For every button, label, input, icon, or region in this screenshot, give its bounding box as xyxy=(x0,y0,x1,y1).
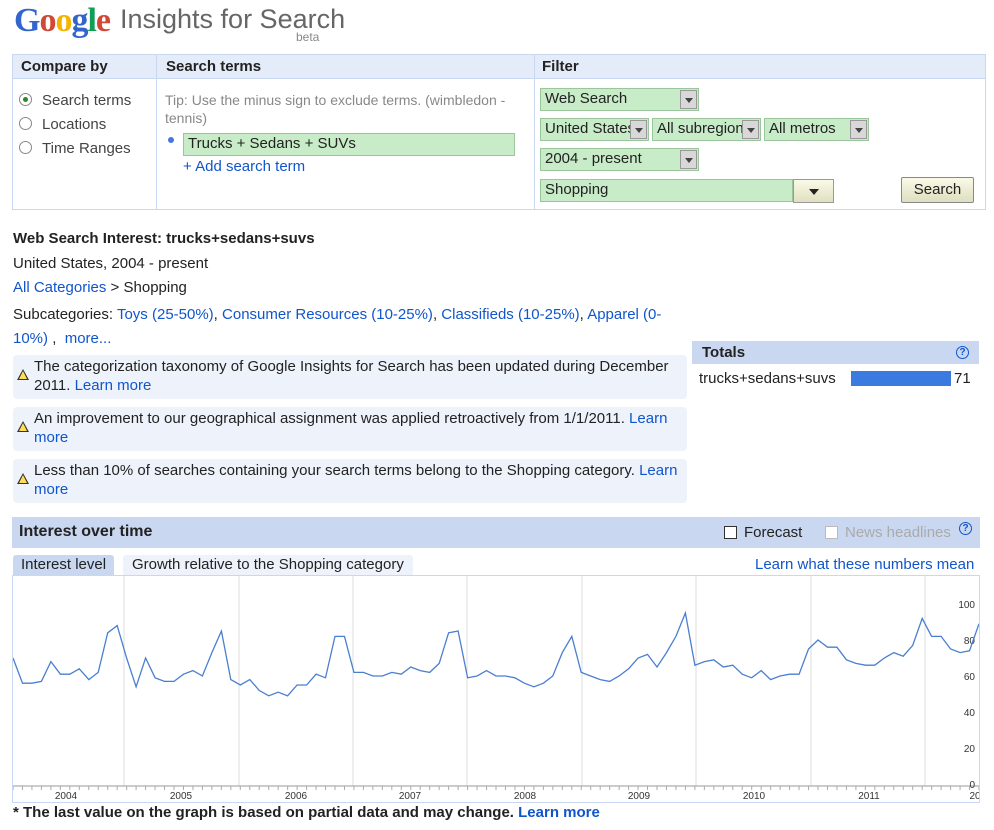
column-divider xyxy=(156,55,157,209)
series-line xyxy=(12,610,980,697)
search-tip: Tip: Use the minus sign to exclude terms… xyxy=(165,92,506,126)
term-color-dot xyxy=(168,137,174,143)
panel-header: Compare by Search terms Filter xyxy=(13,55,985,79)
help-icon[interactable]: ? xyxy=(959,522,972,535)
breadcrumb-all-categories[interactable]: All Categories xyxy=(13,279,106,296)
subregion-select[interactable]: All subregions xyxy=(652,118,761,141)
compare-option-locations[interactable]: Locations xyxy=(19,116,106,140)
x-tick-label: 2011 xyxy=(858,791,880,802)
x-tick-label: 2004 xyxy=(55,791,78,802)
notice-geography: An improvement to our geographical assig… xyxy=(13,407,687,451)
x-tick-label: 2006 xyxy=(285,791,308,802)
x-tick-label: 2008 xyxy=(514,791,537,802)
metro-select[interactable]: All metros xyxy=(764,118,869,141)
x-tick-label: 2005 xyxy=(170,791,193,802)
x-tick-label: 2007 xyxy=(399,791,422,802)
learn-numbers-link[interactable]: Learn what these numbers mean xyxy=(755,556,974,573)
search-panel: Compare by Search terms Filter Search te… xyxy=(12,54,986,210)
news-headlines-toggle[interactable]: News headlines xyxy=(825,524,951,541)
interest-chart-svg: 2004 2005 2006 2007 2008 2009 2010 2011 20020406… xyxy=(12,576,981,802)
chevron-down-icon xyxy=(742,120,759,139)
interest-over-time-header: Interest over time Forecast News headlin… xyxy=(12,517,980,548)
beta-label: beta xyxy=(296,30,320,44)
interest-chart[interactable]: 2004 2005 2006 2007 2008 2009 2010 2011 20 0 20 40 6… xyxy=(12,575,981,803)
tab-interest-level[interactable]: Interest level xyxy=(13,555,115,576)
search-terms-heading: Search terms xyxy=(166,58,262,75)
filter-heading: Filter xyxy=(542,58,579,75)
chevron-down-icon xyxy=(680,90,697,109)
chevron-down-icon xyxy=(630,120,647,139)
radio-unselected[interactable] xyxy=(19,117,32,130)
chevron-down-icon xyxy=(850,120,867,139)
search-button[interactable]: Search xyxy=(901,177,974,203)
news-headlines-checkbox[interactable] xyxy=(825,526,838,539)
forecast-checkbox[interactable] xyxy=(724,526,737,539)
footnote: * The last value on the graph is based o… xyxy=(13,804,600,821)
x-tick-label: 20 xyxy=(969,791,979,802)
breadcrumb: All Categories > Shopping xyxy=(13,279,187,296)
search-type-select[interactable]: Web Search xyxy=(540,88,699,111)
compare-option-search-terms[interactable]: Search terms xyxy=(19,92,131,116)
help-icon[interactable]: ? xyxy=(956,346,969,359)
column-divider xyxy=(534,55,535,209)
notice-category-share: Less than 10% of searches containing you… xyxy=(13,459,687,503)
chevron-down-icon xyxy=(680,150,697,169)
results-title: Web Search Interest: trucks+sedans+suvs xyxy=(13,230,315,247)
totals-value: 71 xyxy=(954,370,971,387)
y-tick-label: 20 xyxy=(964,744,976,755)
notice-taxonomy: The categorization taxonomy of Google In… xyxy=(13,355,687,399)
add-search-term-link[interactable]: + Add search term xyxy=(183,158,305,175)
radio-unselected[interactable] xyxy=(19,141,32,154)
warning-icon xyxy=(17,369,29,380)
subcategories-label: Subcategories: xyxy=(13,306,117,323)
warning-icon xyxy=(17,421,29,432)
subcategory-link[interactable]: Consumer Resources (10-25%) xyxy=(222,306,433,323)
y-tick-label: 100 xyxy=(958,600,975,611)
totals-header: Totals ? xyxy=(692,341,979,364)
x-tick-label: 2010 xyxy=(743,791,766,802)
results-subtitle: United States, 2004 - present xyxy=(13,255,209,272)
compare-option-time-ranges[interactable]: Time Ranges xyxy=(19,140,131,164)
interest-over-time-title: Interest over time xyxy=(19,523,153,540)
search-term-input[interactable]: Trucks + Sedans + SUVs xyxy=(183,133,515,156)
tab-growth-relative[interactable]: Growth relative to the Shopping category xyxy=(123,555,413,576)
country-select[interactable]: United States xyxy=(540,118,649,141)
subcategory-link[interactable]: Classifieds (10-25%) xyxy=(441,306,579,323)
footnote-learn-more-link[interactable]: Learn more xyxy=(518,804,600,821)
totals-bar xyxy=(851,371,951,386)
breadcrumb-current: Shopping xyxy=(123,279,187,296)
time-range-select[interactable]: 2004 - present xyxy=(540,148,699,171)
more-subcategories-link[interactable]: more... xyxy=(65,330,112,347)
google-logo[interactable]: Google xyxy=(14,2,111,42)
compare-by-heading: Compare by xyxy=(21,58,108,75)
warning-icon xyxy=(17,473,29,484)
y-tick-label: 0 xyxy=(969,780,975,791)
subcategory-link[interactable]: Toys (25-50%) xyxy=(117,306,214,323)
totals-term: trucks+sedans+suvs xyxy=(699,370,836,387)
category-dropdown-button[interactable] xyxy=(793,179,834,203)
category-input[interactable]: Shopping xyxy=(540,179,793,202)
learn-more-link[interactable]: Learn more xyxy=(75,377,152,394)
y-tick-label: 60 xyxy=(964,672,976,683)
x-tick-label: 2009 xyxy=(628,791,651,802)
y-tick-label: 40 xyxy=(964,708,976,719)
forecast-toggle[interactable]: Forecast xyxy=(724,524,802,541)
radio-selected[interactable] xyxy=(19,93,32,106)
subcategories: Subcategories: Toys (25-50%), Consumer R… xyxy=(13,306,662,347)
